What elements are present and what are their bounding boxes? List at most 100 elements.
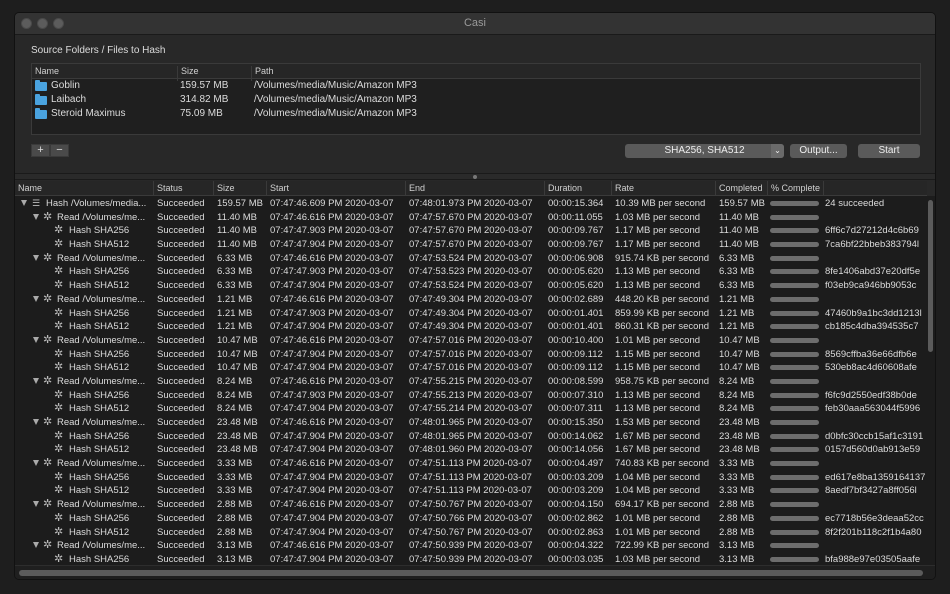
results-row[interactable]: ✲ Hash SHA256 Succeeded 10.47 MB 07:47:47.90… <box>15 348 927 362</box>
row-end: 07:47:57.670 PM 2020-03-07 <box>409 239 533 251</box>
column-header-size[interactable]: Size <box>181 66 199 76</box>
results-row[interactable]: ✲ Read /Volumes/me... Succeeded 1.21 MB 07:4… <box>15 293 927 307</box>
horizontal-scroll-thumb[interactable] <box>19 570 923 576</box>
gear-icon: ✲ <box>54 525 64 538</box>
row-name: Hash SHA256 <box>69 512 130 524</box>
results-row[interactable]: ✲ Hash SHA256 Succeeded 2.88 MB 07:47:47.904… <box>15 512 927 526</box>
column-header-completed[interactable]: Completed <box>719 183 763 193</box>
vertical-scrollbar[interactable] <box>927 196 935 565</box>
row-name: Hash SHA256 <box>69 430 130 442</box>
row-name: Hash /Volumes/media... <box>46 198 147 209</box>
results-row[interactable]: ✲ Read /Volumes/me... Succeeded 10.47 MB 07:… <box>15 334 927 348</box>
row-rate: 958.75 KB per second <box>615 375 710 387</box>
column-header-duration[interactable]: Duration <box>548 183 582 193</box>
results-row[interactable]: ✲ Hash SHA256 Succeeded 8.24 MB 07:47:47.903… <box>15 389 927 403</box>
splitter-handle[interactable] <box>473 175 477 179</box>
row-duration: 00:00:15.350 <box>548 417 604 428</box>
row-result: 24 succeeded <box>825 198 885 209</box>
results-table-header: Name Status Size Start End Duration Rate… <box>15 181 927 196</box>
results-row[interactable]: ✲ Hash SHA512 Succeeded 3.33 MB 07:47:47.904… <box>15 484 927 498</box>
disclosure-triangle-icon[interactable] <box>33 501 39 508</box>
results-row[interactable]: ✲ Read /Volumes/me... Succeeded 3.33 MB 07:4… <box>15 457 927 471</box>
row-end: 07:47:49.304 PM 2020-03-07 <box>409 321 533 333</box>
results-row[interactable]: ✲ Hash SHA512 Succeeded 23.48 MB 07:47:47.90… <box>15 443 927 457</box>
horizontal-scrollbar[interactable] <box>15 565 935 579</box>
disclosure-triangle-icon[interactable] <box>33 213 39 220</box>
remove-source-button[interactable]: − <box>50 144 69 157</box>
row-size: 6.33 MB <box>217 252 253 264</box>
results-row[interactable]: ✲ Read /Volumes/me... Succeeded 11.40 MB 07:… <box>15 211 927 225</box>
algorithm-select[interactable]: SHA256, SHA512 ⌄ <box>625 144 784 158</box>
column-header-percent-complete[interactable]: % Complete <box>771 183 820 193</box>
results-row[interactable]: ✲ Hash SHA256 Succeeded 3.13 MB 07:47:47.904… <box>15 553 927 565</box>
row-name: Hash SHA512 <box>69 444 130 456</box>
column-header-status[interactable]: Status <box>157 183 183 193</box>
row-rate: 915.74 KB per second <box>615 252 710 264</box>
source-row[interactable]: Steroid Maximus 75.09 MB/Volumes/media/Mu… <box>32 107 920 121</box>
disclosure-triangle-icon[interactable] <box>33 460 39 467</box>
source-row[interactable]: Laibach 314.82 MB/Volumes/media/Music/Ama… <box>32 93 920 107</box>
row-size: 6.33 MB <box>217 266 253 278</box>
row-status: Succeeded <box>157 540 205 552</box>
pane-splitter[interactable] <box>15 173 935 180</box>
results-row[interactable]: ✲ Read /Volumes/me... Succeeded 6.33 MB 07:4… <box>15 252 927 266</box>
disclosure-triangle-icon[interactable] <box>33 254 39 261</box>
row-result: 8569cffba36e66dfb6e <box>825 348 917 360</box>
results-row[interactable]: ✲ Hash SHA256 Succeeded 3.33 MB 07:47:47.904… <box>15 471 927 485</box>
disclosure-triangle-icon[interactable] <box>33 377 39 384</box>
results-row[interactable]: ✲ Hash SHA512 Succeeded 2.88 MB 07:47:47.904… <box>15 526 927 540</box>
results-row[interactable]: ✲ Hash SHA512 Succeeded 8.24 MB 07:47:47.904… <box>15 402 927 416</box>
vertical-scroll-thumb[interactable] <box>928 200 933 352</box>
results-row[interactable]: ✲ Hash SHA256 Succeeded 1.21 MB 07:47:47.903… <box>15 307 927 321</box>
row-status: Succeeded <box>157 403 205 415</box>
row-completed: 1.21 MB <box>719 307 755 319</box>
results-row[interactable]: ✲ Hash SHA512 Succeeded 1.21 MB 07:47:47.904… <box>15 320 927 334</box>
gear-icon: ✲ <box>43 539 53 552</box>
results-row[interactable]: ☰ Hash /Volumes/media... Succeeded 159.57 M… <box>15 197 927 211</box>
disclosure-triangle-icon[interactable] <box>33 336 39 343</box>
source-row[interactable]: Goblin 159.57 MB/Volumes/media/Music/Amaz… <box>32 79 920 93</box>
results-row[interactable]: ✲ Read /Volumes/me... Succeeded 3.13 MB 07:4… <box>15 539 927 553</box>
column-header-name[interactable]: Name <box>18 183 42 193</box>
row-rate: 694.17 KB per second <box>615 499 710 511</box>
row-size: 23.48 MB <box>217 417 258 428</box>
row-completed: 8.24 MB <box>719 375 755 387</box>
results-row[interactable]: ✲ Hash SHA256 Succeeded 6.33 MB 07:47:47.903… <box>15 265 927 279</box>
row-start: 07:47:47.904 PM 2020-03-07 <box>270 403 394 415</box>
disclosure-triangle-icon[interactable] <box>33 419 39 425</box>
row-completed: 3.13 MB <box>719 553 755 565</box>
disclosure-triangle-icon[interactable] <box>33 542 39 549</box>
add-source-button[interactable]: + <box>31 144 50 157</box>
results-row[interactable]: ✲ Read /Volumes/me... Succeeded 8.24 MB 07:4… <box>15 375 927 389</box>
column-header-name[interactable]: Name <box>35 66 59 76</box>
row-end: 07:47:50.939 PM 2020-03-07 <box>409 553 533 565</box>
output-button[interactable]: Output... <box>790 144 847 158</box>
row-duration: 00:00:07.311 <box>548 403 603 415</box>
row-end: 07:47:51.113 PM 2020-03-07 <box>409 485 532 497</box>
column-header-rate[interactable]: Rate <box>615 183 634 193</box>
column-header-start[interactable]: Start <box>270 183 289 193</box>
column-header-end[interactable]: End <box>409 183 425 193</box>
source-table: Name Size Path Goblin 159.57 MB/Volumes/m… <box>31 63 921 135</box>
row-end: 07:47:50.766 PM 2020-03-07 <box>409 512 533 524</box>
row-name: Hash SHA256 <box>69 471 130 483</box>
results-row[interactable]: ✲ Read /Volumes/me... Succeeded 23.48 MB 07:… <box>15 416 927 430</box>
results-row[interactable]: ✲ Hash SHA512 Succeeded 6.33 MB 07:47:47.904… <box>15 279 927 293</box>
start-button[interactable]: Start <box>858 144 920 158</box>
results-row[interactable]: ✲ Hash SHA256 Succeeded 11.40 MB 07:47:47.90… <box>15 224 927 238</box>
results-row[interactable]: ✲ Hash SHA512 Succeeded 11.40 MB 07:47:47.90… <box>15 238 927 252</box>
results-row[interactable]: ✲ Read /Volumes/me... Succeeded 2.88 MB 07:4… <box>15 498 927 512</box>
row-size: 3.33 MB <box>217 458 253 470</box>
row-status: Succeeded <box>157 239 205 251</box>
results-row[interactable]: ✲ Hash SHA256 Succeeded 23.48 MB 07:47:47.90… <box>15 430 927 444</box>
disclosure-triangle-icon[interactable] <box>21 200 27 206</box>
row-end: 07:47:50.767 PM 2020-03-07 <box>409 526 533 538</box>
row-end: 07:47:53.523 PM 2020-03-07 <box>409 266 533 278</box>
row-completed: 11.40 MB <box>719 239 759 251</box>
column-header-size[interactable]: Size <box>217 183 235 193</box>
gear-icon: ✲ <box>54 429 64 442</box>
source-path: /Volumes/media/Music/Amazon MP3 <box>254 108 417 119</box>
results-row[interactable]: ✲ Hash SHA512 Succeeded 10.47 MB 07:47:47.90… <box>15 361 927 375</box>
column-header-path[interactable]: Path <box>255 66 274 76</box>
disclosure-triangle-icon[interactable] <box>33 295 39 302</box>
